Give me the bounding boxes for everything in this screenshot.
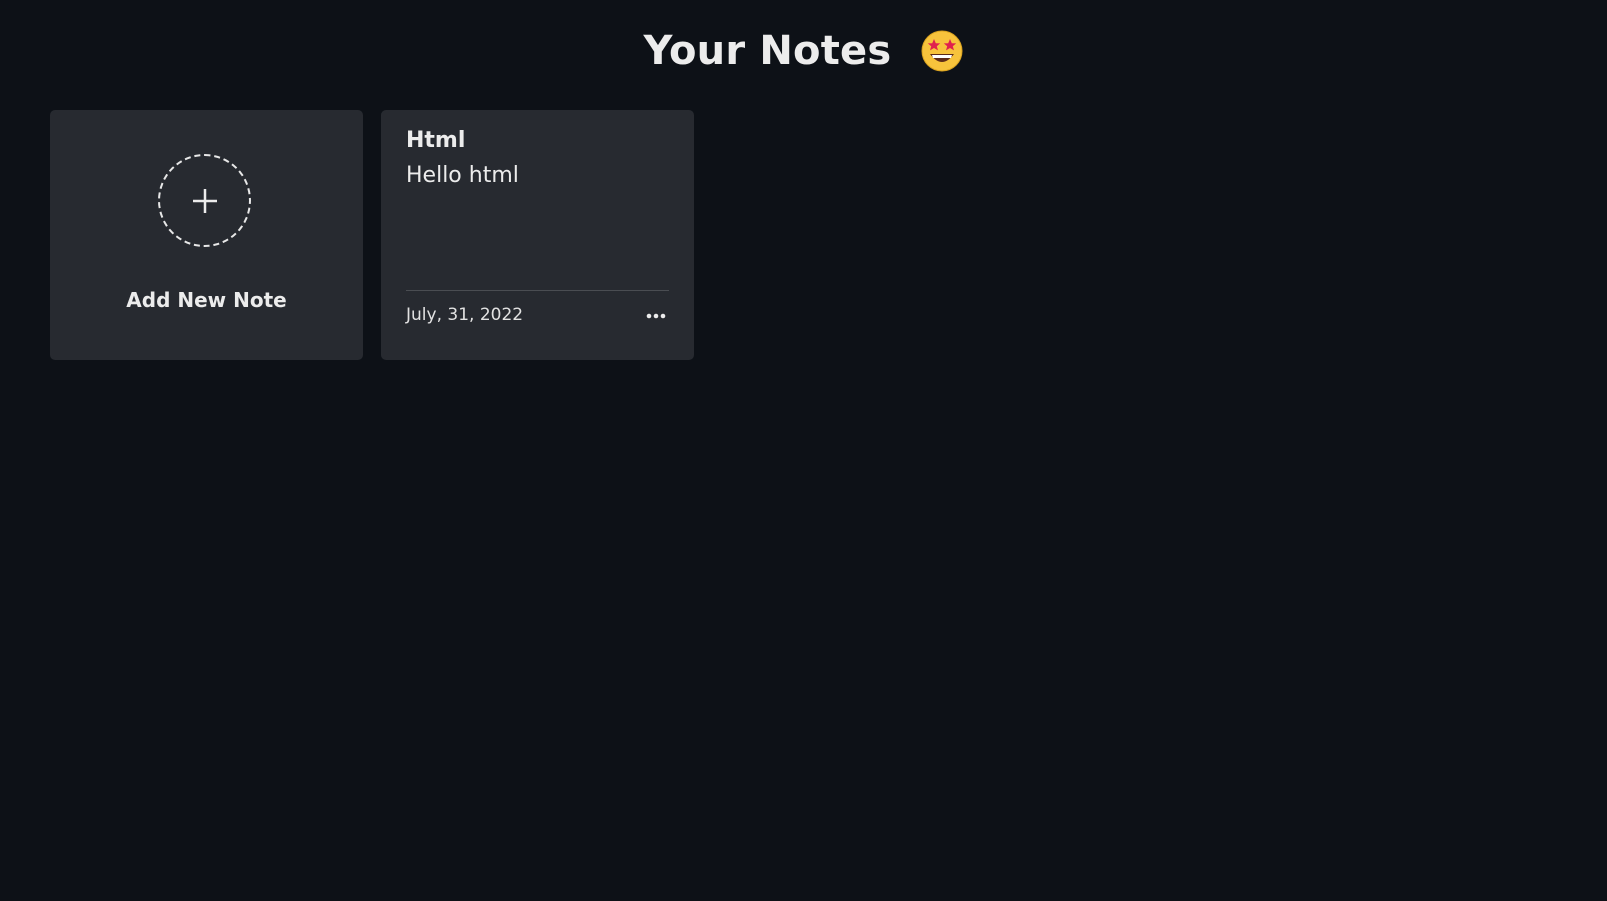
more-horizontal-icon[interactable]	[645, 307, 667, 325]
page-title: Your Notes	[643, 28, 892, 74]
star-struck-emoji-icon	[920, 29, 964, 73]
note-title: Html	[406, 128, 466, 153]
page-header: Your Notes	[0, 26, 1607, 74]
plus-icon	[192, 188, 217, 213]
note-date: July, 31, 2022	[406, 305, 524, 325]
add-new-note-card[interactable]: Add New Note	[50, 110, 363, 360]
add-new-note-label: Add New Note	[126, 288, 287, 312]
note-footer: July, 31, 2022	[406, 290, 669, 361]
note-card[interactable]: Html Hello html July, 31, 2022	[381, 110, 694, 360]
note-body: Hello html	[406, 163, 519, 188]
notes-grid: Add New Note Html Hello html July, 31, 2…	[50, 110, 694, 360]
add-note-circle[interactable]	[158, 154, 251, 247]
